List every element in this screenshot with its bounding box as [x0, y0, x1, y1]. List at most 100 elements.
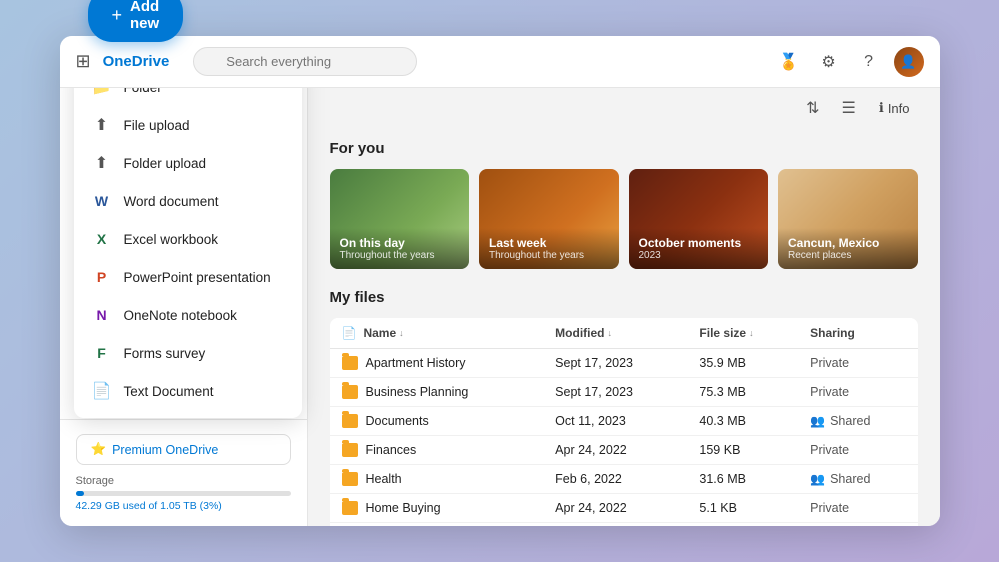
card-overlay-1: Last week Throughout the years [479, 228, 619, 269]
dropdown-label-ppt: PowerPoint presentation [124, 270, 271, 285]
onenote-icon: N [92, 305, 112, 325]
card-title-0: On this day [340, 236, 460, 250]
storage-section: ⭐ Premium OneDrive Storage 42.29 GB used… [60, 419, 307, 526]
file-modified-6: Jun 22, 2021 [543, 523, 687, 527]
file-modified-5: Apr 24, 2022 [543, 494, 687, 523]
file-name-cell-3: Finances [330, 436, 544, 465]
file-doc-header-icon: 📄 [342, 326, 357, 340]
file-sharing-1: Private [798, 378, 917, 407]
grid-icon[interactable]: ⊞ [76, 51, 91, 72]
folder-icon-row-2 [342, 414, 358, 428]
media-card-2[interactable]: October moments 2023 [629, 169, 769, 269]
file-sharing-2: 👥 Shared [798, 407, 917, 436]
file-sharing-5: Private [798, 494, 917, 523]
file-sharing-6: Private [798, 523, 917, 527]
file-size-1: 75.3 MB [687, 378, 798, 407]
app-title: OneDrive [103, 53, 170, 70]
media-card-3[interactable]: Cancun, Mexico Recent places [778, 169, 918, 269]
add-new-label: Add new [130, 0, 159, 32]
dropdown-label-excel: Excel workbook [124, 232, 219, 247]
table-row[interactable]: Home Buying Apr 24, 2022 5.1 KB Private [330, 494, 918, 523]
storage-label: Storage [76, 475, 291, 487]
dropdown-item-ppt[interactable]: P PowerPoint presentation [74, 258, 302, 296]
folder-icon-row-3 [342, 443, 358, 457]
file-name-0: Apartment History [366, 356, 466, 370]
forms-icon: F [92, 343, 112, 363]
table-row[interactable]: Home Videos Jun 22, 2021 11 GB Private [330, 523, 918, 527]
dropdown-item-word[interactable]: W Word document [74, 182, 302, 220]
dropdown-item-text[interactable]: 📄 Text Document [74, 372, 302, 410]
card-overlay-0: On this day Throughout the years [330, 228, 470, 269]
col-header-modified[interactable]: Modified ↓ [543, 318, 687, 349]
premium-onedrive-button[interactable]: ⭐ Premium OneDrive [76, 434, 291, 465]
dropdown-item-forms[interactable]: F Forms survey [74, 334, 302, 372]
file-sharing-0: Private [798, 349, 917, 378]
search-input[interactable] [193, 47, 417, 76]
folder-icon: 📁 [92, 88, 112, 97]
dropdown-item-onenote[interactable]: N OneNote notebook [74, 296, 302, 334]
dropdown-label-folder: Folder [124, 88, 162, 95]
file-sharing-4: 👥 Shared [798, 465, 917, 494]
settings-icon-btn[interactable]: ⚙ [814, 47, 844, 77]
app-window: ⊞ OneDrive 🔍 🏅 ⚙ ? 👤 📁 Folder [60, 36, 940, 526]
help-icon-btn[interactable]: ? [854, 47, 884, 77]
sharing-label: Private [810, 443, 849, 457]
file-name-1: Business Planning [366, 385, 469, 399]
card-sub-2: 2023 [639, 250, 759, 261]
content-toolbar: ⇅ ☰ ℹ Info [308, 88, 940, 122]
avatar[interactable]: 👤 [894, 47, 924, 77]
dropdown-item-folder-upload[interactable]: ⬆ Folder upload [74, 144, 302, 182]
dropdown-item-file-upload[interactable]: ⬆ File upload [74, 106, 302, 144]
table-row[interactable]: Finances Apr 24, 2022 159 KB Private [330, 436, 918, 465]
media-card-1[interactable]: Last week Throughout the years [479, 169, 619, 269]
table-row[interactable]: Health Feb 6, 2022 31.6 MB 👥 Shared [330, 465, 918, 494]
table-row[interactable]: Business Planning Sept 17, 2023 75.3 MB … [330, 378, 918, 407]
sort-button[interactable]: ⇅ [799, 94, 826, 122]
media-card-0[interactable]: On this day Throughout the years [330, 169, 470, 269]
col-header-name[interactable]: 📄 Name ↓ [330, 318, 544, 349]
file-sharing-3: Private [798, 436, 917, 465]
shared-icon: 👥 [810, 414, 825, 428]
card-sub-0: Throughout the years [340, 250, 460, 261]
file-size-3: 159 KB [687, 436, 798, 465]
dropdown-label-file-upload: File upload [124, 118, 190, 133]
header: ⊞ OneDrive 🔍 🏅 ⚙ ? 👤 [60, 36, 940, 88]
table-row[interactable]: Apartment History Sept 17, 2023 35.9 MB … [330, 349, 918, 378]
file-name-4: Health [366, 472, 402, 486]
modified-sort-arrow: ↓ [607, 328, 612, 338]
storage-bar-fill [76, 491, 85, 496]
add-new-button[interactable]: + Add new [88, 0, 184, 42]
rewards-icon-btn[interactable]: 🏅 [774, 47, 804, 77]
list-view-button[interactable]: ☰ [835, 94, 863, 122]
premium-label: Premium OneDrive [112, 443, 218, 457]
info-button[interactable]: ℹ Info [871, 96, 918, 120]
col-header-filesize[interactable]: File size ↓ [687, 318, 798, 349]
filesize-sort-arrow: ↓ [749, 328, 754, 338]
dropdown-item-folder[interactable]: 📁 Folder [74, 88, 302, 106]
ppt-icon: P [92, 267, 112, 287]
file-name-2: Documents [366, 414, 429, 428]
sharing-label: Private [810, 385, 849, 399]
file-name-cell-0: Apartment History [330, 349, 544, 378]
content-area: ⇅ ☰ ℹ Info For you On this day Throughou… [308, 88, 940, 526]
main-layout: 📁 Folder ⬆ File upload ⬆ Folder upload W… [60, 88, 940, 526]
word-icon: W [92, 191, 112, 211]
file-name-cell-4: Health [330, 465, 544, 494]
card-title-1: Last week [489, 236, 609, 250]
folder-icon-row-4 [342, 472, 358, 486]
plus-icon: + [112, 5, 123, 26]
dropdown-label-text: Text Document [124, 384, 214, 399]
dropdown-label-onenote: OneNote notebook [124, 308, 237, 323]
file-name-cell-1: Business Planning [330, 378, 544, 407]
sharing-label: Shared [830, 414, 870, 428]
file-name-cell-6: Home Videos [330, 523, 544, 527]
table-row[interactable]: Documents Oct 11, 2023 40.3 MB 👥 Shared [330, 407, 918, 436]
file-name-3: Finances [366, 443, 417, 457]
shared-icon: 👥 [810, 472, 825, 486]
file-size-2: 40.3 MB [687, 407, 798, 436]
dropdown-item-excel[interactable]: X Excel workbook [74, 220, 302, 258]
file-size-4: 31.6 MB [687, 465, 798, 494]
for-you-title: For you [330, 140, 918, 157]
sidebar: 📁 Folder ⬆ File upload ⬆ Folder upload W… [60, 88, 308, 526]
cards-row: On this day Throughout the years Last we… [330, 169, 918, 269]
